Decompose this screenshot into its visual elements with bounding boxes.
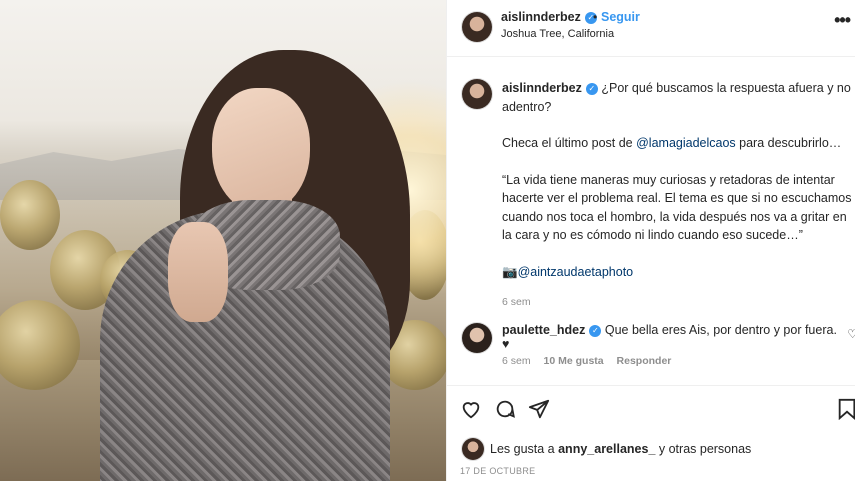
author-username-row: aislinnderbez ✓ [501, 10, 597, 24]
comment-likes[interactable]: 10 Me gusta [544, 355, 604, 367]
post-photo[interactable] [0, 0, 446, 481]
separator-dot: • [593, 10, 598, 24]
commenter-avatar[interactable] [462, 323, 492, 353]
post-side-panel: aislinnderbez ✓ • Seguir Joshua Tree, Cal… [446, 0, 855, 481]
caption-username[interactable]: aislinnderbez ✓ [502, 81, 598, 95]
caption: aislinnderbez ✓ ¿Por qué buscamos la resp… [502, 79, 852, 312]
caption-checa: Checa el último post de @lamagiadelcaos … [502, 134, 852, 153]
cactus [0, 180, 60, 250]
commenter-username[interactable]: paulette_hdez ✓ [502, 323, 602, 337]
caption-time[interactable]: 6 sem [502, 293, 852, 312]
verified-icon: ✓ [585, 82, 598, 95]
likes-prefix: Les gusta a [490, 442, 559, 456]
follow-button[interactable]: Seguir [601, 10, 640, 24]
bookmark-icon[interactable] [837, 398, 855, 425]
photo-credit-link[interactable]: 📷@aintzaudaetaphoto [502, 263, 852, 282]
liker-avatar[interactable] [462, 438, 484, 460]
reply-button[interactable]: Responder [617, 355, 672, 367]
caption-checa-prefix: Checa el último post de [502, 136, 637, 150]
post-header: aislinnderbez ✓ • Seguir Joshua Tree, Cal… [447, 0, 855, 57]
caption-checa-suffix: para descubrirlo… [735, 136, 842, 150]
comment-icon[interactable] [494, 398, 516, 425]
comment-like-icon[interactable]: ♡ [847, 327, 855, 341]
share-icon[interactable] [528, 398, 550, 425]
likes-text: Les gusta a anny_arellanes_ y otras pers… [490, 442, 751, 456]
mention-link[interactable]: @lamagiadelcaos [636, 136, 736, 150]
caption-quote: “La vida tiene maneras muy curiosas y re… [502, 172, 852, 243]
woman-hand [168, 222, 228, 322]
comment-meta: 6 sem 10 Me gusta Responder [502, 355, 671, 367]
comments-area: aislinnderbez ✓ ¿Por qué buscamos la resp… [447, 57, 855, 385]
more-icon[interactable]: ••• [834, 10, 851, 31]
action-bar [447, 385, 855, 430]
likes-suffix[interactable]: y otras personas [655, 442, 751, 456]
caption-first-line: aislinnderbez ✓ ¿Por qué buscamos la resp… [502, 79, 852, 116]
liker-username[interactable]: anny_arellanes_ [558, 442, 655, 456]
woman-face [212, 88, 310, 213]
likes-summary: Les gusta a anny_arellanes_ y otras pers… [462, 438, 751, 460]
author-username[interactable]: aislinnderbez [501, 10, 581, 24]
heart-icon[interactable] [460, 398, 482, 425]
comment-time[interactable]: 6 sem [502, 355, 531, 367]
location-link[interactable]: Joshua Tree, California [501, 28, 614, 40]
author-avatar[interactable] [462, 12, 492, 42]
comment: paulette_hdez ✓ Que bella eres Ais, por d… [502, 323, 847, 351]
verified-icon: ✓ [589, 324, 602, 337]
post-date[interactable]: 17 DE OCTUBRE [460, 466, 535, 476]
caption-avatar[interactable] [462, 79, 492, 109]
